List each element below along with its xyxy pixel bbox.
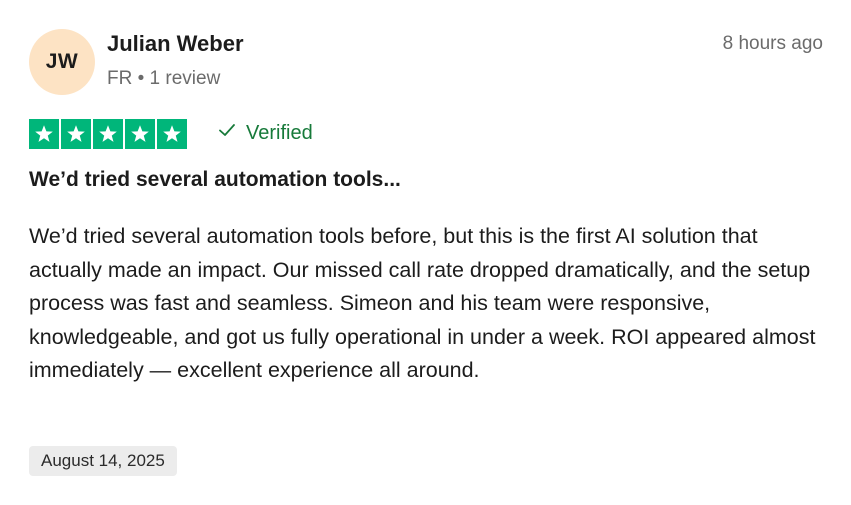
date-of-experience-badge: August 14, 2025 [29,446,177,476]
star-icon [125,119,155,149]
review-time: 8 hours ago [722,33,823,54]
star-icon [29,119,59,149]
reviewer-country: FR [107,68,133,89]
verified-badge[interactable]: Verified [218,121,313,145]
review-body: We’d tried several automation tools befo… [29,224,816,383]
reviewer-meta: FR • 1 review [107,68,220,90]
star-icon [157,119,187,149]
review-card: JW Julian Weber FR • 1 review 8 hours ag… [0,0,851,505]
reviewer-name[interactable]: Julian Weber [107,31,244,57]
review-title[interactable]: We’d tried several automation tools... [29,168,401,192]
verified-label: Verified [246,121,313,144]
star-icon [61,119,91,149]
avatar[interactable]: JW [29,29,95,95]
checkmark-icon [218,121,236,145]
avatar-initials: JW [45,50,79,73]
star-rating [29,119,187,149]
meta-separator: • [137,68,145,89]
star-icon [93,119,123,149]
reviewer-review-count: 1 review [149,68,221,89]
